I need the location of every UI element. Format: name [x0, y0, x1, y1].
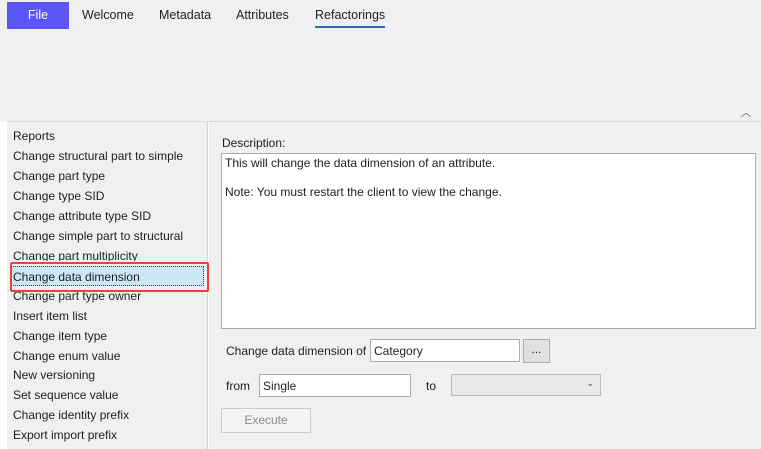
list-item-new-versioning[interactable]: New versioning — [13, 365, 95, 385]
from-label: from — [226, 379, 250, 393]
tab-file[interactable]: File — [7, 2, 69, 29]
change-dimension-label: Change data dimension of — [226, 344, 367, 358]
browse-button[interactable]: ... — [523, 339, 550, 363]
list-item-set-sequence-value[interactable]: Set sequence value — [13, 385, 118, 405]
tab-metadata[interactable]: Metadata — [159, 2, 211, 29]
list-item-change-data-dimension[interactable]: Change data dimension — [11, 266, 204, 286]
list-item-change-type-sid[interactable]: Change type SID — [13, 186, 104, 206]
list-item-insert-item-list[interactable]: Insert item list — [13, 306, 87, 326]
refactoring-detail-panel: Description: This will change the data d… — [209, 122, 761, 449]
chevron-up-icon[interactable]: ︿ — [739, 107, 753, 119]
list-item-change-part-type[interactable]: Change part type — [13, 166, 105, 186]
tab-attributes[interactable]: Attributes — [236, 2, 289, 29]
to-label: to — [426, 379, 437, 393]
list-item-change-identity-prefix[interactable]: Change identity prefix — [13, 405, 129, 425]
to-select[interactable]: ⌄ — [451, 374, 601, 396]
list-item-export-import-prefix[interactable]: Export import prefix — [13, 425, 117, 445]
tab-bar: File Welcome Metadata Attributes Refacto… — [0, 0, 761, 30]
description-text: This will change the data dimension of a… — [225, 156, 496, 170]
from-input[interactable] — [259, 374, 411, 397]
description-note: Note: You must restart the client to vie… — [225, 185, 502, 199]
tab-refactorings[interactable]: Refactorings — [315, 2, 386, 29]
list-item-change-part-type-owner[interactable]: Change part type owner — [13, 286, 141, 306]
chevron-down-icon: ⌄ — [586, 378, 594, 388]
list-item-change-part-multiplicity[interactable]: Change part multiplicity — [13, 246, 138, 261]
description-label: Description: — [222, 136, 286, 150]
list-item-change-structural-part-to-simple[interactable]: Change structural part to simple — [13, 146, 183, 166]
description-box: This will change the data dimension of a… — [221, 153, 756, 329]
refactoring-list: Reports Change structural part to simple… — [7, 122, 209, 449]
list-item-change-item-type[interactable]: Change item type — [13, 326, 107, 346]
list-item-change-attribute-type-sid[interactable]: Change attribute type SID — [13, 206, 151, 226]
list-item-change-simple-part-to-structural[interactable]: Change simple part to structural — [13, 226, 183, 246]
list-item-change-enum-value[interactable]: Change enum value — [13, 346, 120, 366]
attribute-input[interactable] — [370, 339, 520, 362]
ribbon: File Welcome Metadata Attributes Refacto… — [0, 0, 761, 122]
ribbon-body: ︿ — [7, 30, 761, 122]
tab-welcome[interactable]: Welcome — [82, 2, 134, 29]
list-item-reports[interactable]: Reports — [13, 126, 55, 146]
execute-button[interactable]: Execute — [221, 408, 311, 433]
